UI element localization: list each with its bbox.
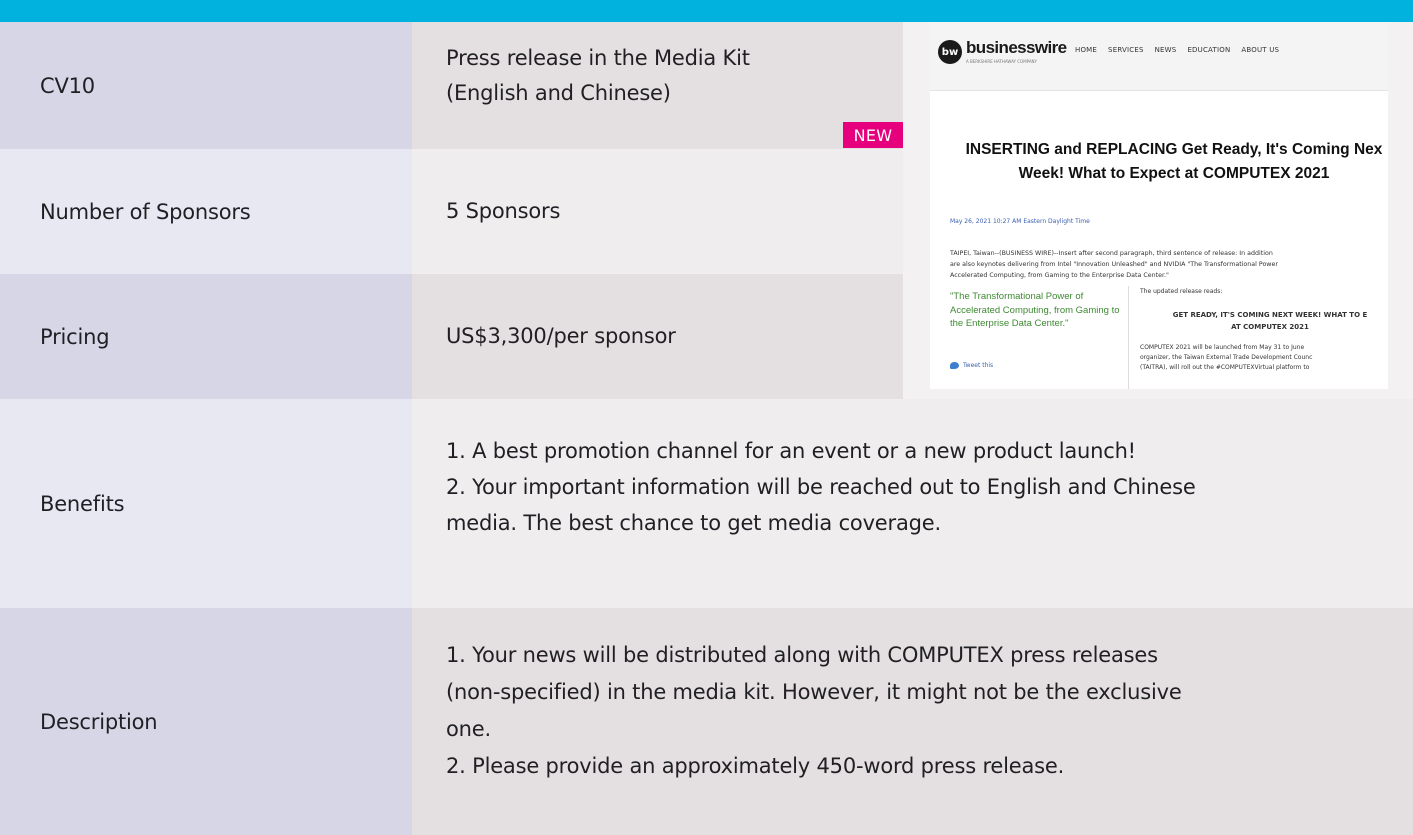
description-item-2: 2. Please provide an approximately 450-w… (446, 754, 1065, 778)
new-badge: NEW (843, 122, 903, 148)
benefits-value: 1. A best promotion channel for an event… (412, 399, 1413, 608)
caps-line1: GET READY, IT'S COMING NEXT WEEK! WHAT T… (1172, 311, 1368, 319)
description-label: Description (0, 608, 412, 835)
paragraph-line1: TAIPEI, Taiwan--(BUSINESS WIRE)--Insert … (950, 250, 1273, 257)
press-release-right-column: The updated release reads: GET READY, IT… (1140, 287, 1388, 373)
nav-home: HOME (1075, 46, 1098, 54)
tweet-link: Tweet this (950, 362, 993, 369)
right-body-text: COMPUTEX 2021 will be launched from May … (1140, 343, 1388, 373)
twitter-bird-icon (950, 362, 959, 369)
press-release-preview: bw businesswire A BERKSHIRE HATHAWAY COM… (903, 22, 1413, 399)
businesswire-tagline: A BERKSHIRE HATHAWAY COMPANY (966, 59, 1037, 64)
code-value: Press release in the Media Kit (English … (412, 22, 903, 149)
row-benefits: Benefits 1. A best promotion channel for… (0, 399, 1413, 608)
tweet-label: Tweet this (963, 362, 994, 369)
press-release-quote: "The Transformational Power of Accelerat… (950, 291, 1120, 329)
benefits-label: Benefits (0, 399, 412, 608)
description-item-1-cont-a: (non-specified) in the media kit. Howeve… (446, 680, 1182, 704)
benefit-item-2: 2. Your important information will be re… (446, 475, 1196, 499)
description-item-1: 1. Your news will be distributed along w… (446, 643, 1158, 667)
nav-education: EDUCATION (1187, 46, 1231, 54)
sponsors-label: Number of Sponsors (0, 149, 412, 274)
businesswire-logo-text: businesswire (966, 38, 1067, 57)
body-line3: (TAITRA), will roll out the #COMPUTEXVir… (1140, 364, 1310, 371)
press-release-page: bw businesswire A BERKSHIRE HATHAWAY COM… (930, 22, 1388, 389)
top-accent-bar (0, 0, 1413, 22)
benefit-item-2-cont: media. The best chance to get media cove… (446, 511, 941, 535)
description-item-1-cont-b: one. (446, 717, 491, 741)
businesswire-header: bw businesswire A BERKSHIRE HATHAWAY COM… (930, 22, 1388, 91)
body-line1: COMPUTEX 2021 will be launched from May … (1140, 344, 1305, 351)
businesswire-nav: HOME SERVICES NEWS EDUCATION ABOUT US (1075, 46, 1279, 54)
paragraph-line2: are also keynotes delivering from Intel … (950, 261, 1278, 268)
caps-heading: GET READY, IT'S COMING NEXT WEEK! WHAT T… (1140, 309, 1388, 333)
headline-line1: INSERTING and REPLACING Get Ready, It's … (965, 141, 1383, 158)
press-release-headline: INSERTING and REPLACING Get Ready, It's … (934, 138, 1388, 186)
pricing-label: Pricing (0, 274, 412, 399)
press-release-paragraph: TAIPEI, Taiwan--(BUSINESS WIRE)--Insert … (950, 248, 1388, 281)
nav-services: SERVICES (1108, 46, 1144, 54)
row-description: Description 1. Your news will be distrib… (0, 608, 1413, 835)
pricing-value: US$3,300/per sponsor (412, 274, 903, 399)
code-label: CV10 (0, 22, 412, 149)
businesswire-logo-icon: bw (938, 40, 962, 64)
nav-news: NEWS (1154, 46, 1177, 54)
column-divider (1128, 286, 1129, 389)
code-value-line2: (English and Chinese) (446, 81, 671, 105)
description-value: 1. Your news will be distributed along w… (412, 608, 1413, 835)
body-line2: organizer, the Taiwan External Trade Dev… (1140, 354, 1313, 361)
updated-note: The updated release reads: (1140, 288, 1223, 295)
headline-line2: Week! What to Expect at COMPUTEX 2021 (1018, 165, 1330, 182)
paragraph-line3: Accelerated Computing, from Gaming to th… (950, 272, 1169, 279)
sponsors-value: 5 Sponsors (412, 149, 903, 274)
benefit-item-1: 1. A best promotion channel for an event… (446, 439, 1136, 463)
code-value-line1: Press release in the Media Kit (446, 46, 750, 70)
caps-line2: AT COMPUTEX 2021 (1231, 323, 1309, 331)
press-release-dateline: May 26, 2021 10:27 AM Eastern Daylight T… (950, 218, 1090, 225)
nav-about-us: ABOUT US (1241, 46, 1280, 54)
